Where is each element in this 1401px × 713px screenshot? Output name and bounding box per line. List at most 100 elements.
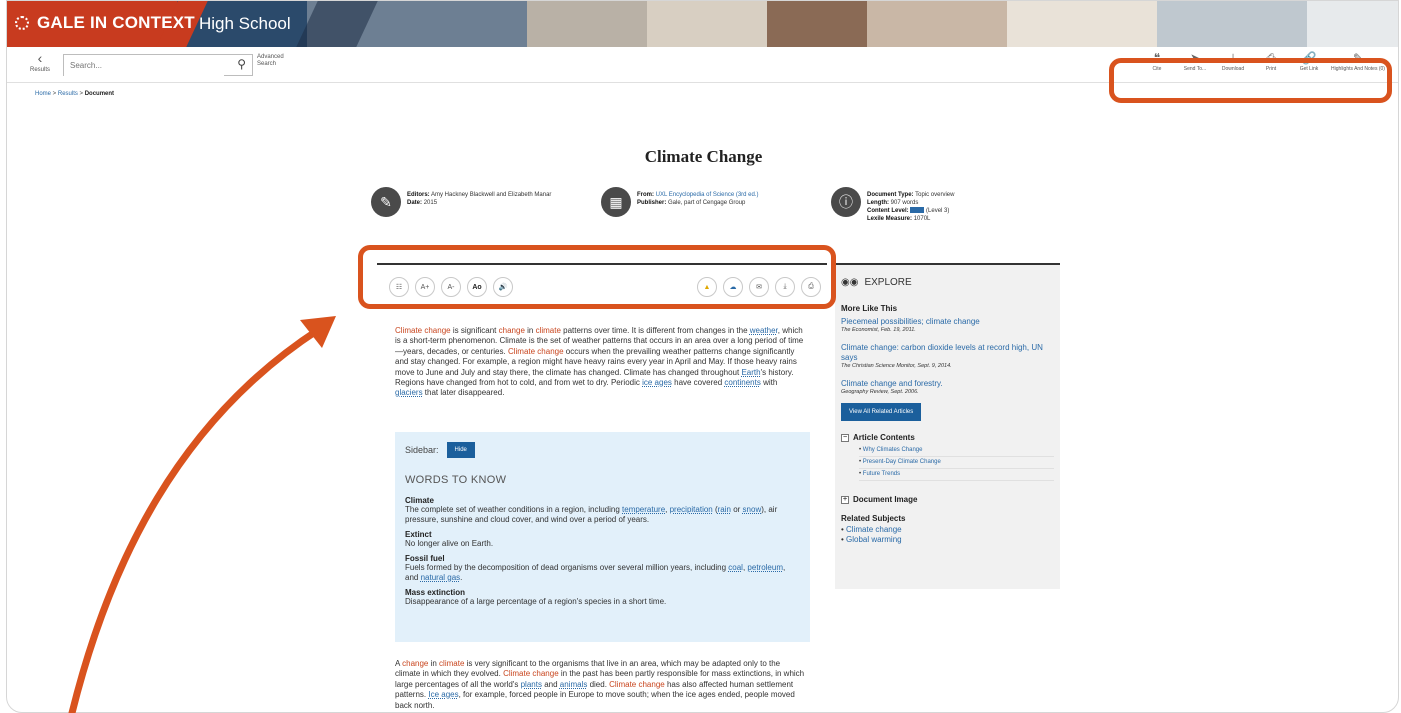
text-run: Fuels formed by the decomposition of dea… <box>405 563 729 572</box>
related-article-link[interactable]: Climate change: carbon dioxide levels at… <box>841 343 1054 363</box>
more-like-this-heading: More Like This <box>841 304 898 313</box>
text-run: . <box>460 573 463 582</box>
terms-list: Climate The complete set of weather condi… <box>405 496 800 607</box>
text-run: is significant <box>450 326 499 335</box>
glossary-term: Mass extinction <box>405 588 466 597</box>
text-run: Disappearance of a large percentage of a… <box>405 597 667 606</box>
source-meta: ▦ From: UXL Encyclopedia of Science (3rd… <box>601 187 759 217</box>
info-icon: ⓘ <box>831 187 861 217</box>
pen-icon: ✎ <box>371 187 401 217</box>
related-article-source: The Economist, Feb. 19, 2011. <box>841 327 916 333</box>
highlighted-term: change <box>498 326 525 335</box>
glossary-link[interactable]: continents <box>724 378 760 387</box>
building-icon: ▦ <box>601 187 631 217</box>
highlighted-term: climate <box>439 659 465 668</box>
advanced-search-link[interactable]: Advanced Search <box>257 54 287 68</box>
text-run: have covered <box>671 378 725 388</box>
view-all-related-button[interactable]: View All Related Articles <box>841 403 922 421</box>
breadcrumb: Home > Results > Document <box>35 91 115 97</box>
chevron-left-icon: ‹ <box>37 50 43 66</box>
glossary-link[interactable]: glaciers <box>395 388 423 397</box>
related-subjects-list: Climate change Global warming <box>841 525 1054 545</box>
highlighted-term: change <box>424 326 451 335</box>
related-article-link[interactable]: Climate change and forestry. <box>841 379 1054 389</box>
header-banner: GALE IN CONTEXT High School <box>7 1 1398 47</box>
editors-meta: ✎ Editors: Amy Hackney Blackwell and Eli… <box>371 187 551 217</box>
words-to-know-heading: WORDS TO KNOW <box>405 474 507 486</box>
breadcrumb-current: Document <box>84 91 115 97</box>
glossary-definition: Disappearance of a large percentage of a… <box>405 597 800 607</box>
highlighted-term: Climate change <box>503 669 559 679</box>
highlighted-term: change <box>402 659 429 668</box>
brand-name: GALE IN CONTEXT <box>37 13 195 32</box>
brand-logo[interactable]: GALE IN CONTEXT <box>15 13 195 33</box>
highlighted-term: Climate change <box>507 346 564 356</box>
gale-logo-icon <box>15 16 29 30</box>
article-tools-highlight <box>358 245 836 309</box>
related-article: Piecemeal possibilities; climate change … <box>841 317 1054 333</box>
related-article: Climate change and forestry. Geography R… <box>841 379 1054 395</box>
glossary-link[interactable]: temperature <box>622 505 665 514</box>
article-contents-toggle[interactable]: − Article Contents <box>841 433 1054 442</box>
highlighted-term: climate <box>535 326 561 335</box>
glossary-link[interactable]: snow <box>743 505 762 514</box>
text-run: The complete set of weather conditions i… <box>405 505 623 514</box>
text-run: and <box>541 679 560 689</box>
glossary-link[interactable]: ice ages <box>642 378 672 387</box>
breadcrumb-results[interactable]: Results <box>58 91 78 97</box>
glossary-definition: The complete set of weather conditions i… <box>405 505 800 525</box>
collapse-icon: − <box>841 433 849 442</box>
glossary-link[interactable]: natural gas <box>421 573 461 582</box>
glossary-link[interactable]: weather <box>750 326 778 335</box>
document-info-meta: ⓘ Document Type: Topic overview Length: … <box>831 187 954 223</box>
glossary-term: Extinct <box>405 530 432 539</box>
glossary-term: Fossil fuel <box>405 554 445 563</box>
back-to-results-button[interactable]: ‹ Results <box>25 51 55 73</box>
document-tools-highlight <box>1109 58 1392 103</box>
glossary-link[interactable]: plants <box>521 680 542 689</box>
glossary-term: Climate <box>405 496 434 505</box>
related-article-link[interactable]: Piecemeal possibilities; climate change <box>841 317 1054 327</box>
words-to-know-sidebar: Sidebar: Hide WORDS TO KNOW Climate The c… <box>395 432 810 642</box>
expand-icon: + <box>841 495 849 504</box>
article-paragraph-1: Climate change is significant change in … <box>395 326 805 399</box>
glossary-link[interactable]: animals <box>560 680 588 689</box>
text-run: patterns over time. It is different from… <box>560 326 750 335</box>
search-box: ⚲ <box>63 54 253 76</box>
text-run: or <box>730 505 743 514</box>
hide-sidebar-button[interactable]: Hide <box>446 442 475 458</box>
search-input[interactable] <box>64 55 224 76</box>
text-run: in <box>428 659 440 668</box>
article-contents-list: Why Climates Change Present-Day Climate … <box>841 445 1054 481</box>
source-link[interactable]: UXL Encyclopedia of Science (3rd ed.) <box>656 192 759 198</box>
highlighted-term: Climate change <box>609 679 665 689</box>
glossary-link[interactable]: Ice ages <box>428 690 458 699</box>
search-icon[interactable]: ⚲ <box>237 57 246 71</box>
glossary-link[interactable]: coal <box>728 563 743 572</box>
breadcrumb-home[interactable]: Home <box>35 91 51 97</box>
sidebar-label: Sidebar: <box>405 445 439 455</box>
related-article-source: The Christian Science Monitor, Sept. 9, … <box>841 363 952 369</box>
contents-item[interactable]: Present-Day Climate Change <box>859 457 1054 469</box>
contents-item[interactable]: Future Trends <box>859 469 1054 481</box>
browser-frame: GALE IN CONTEXT High School ‹ Results ⚲ … <box>6 0 1399 713</box>
glossary-link[interactable]: Earth <box>741 368 760 377</box>
text-run: died. <box>587 679 610 689</box>
glossary-link[interactable]: rain <box>718 505 731 514</box>
related-article-source: Geography Review, Sept. 2006. <box>841 389 919 395</box>
glossary-definition: Fuels formed by the decomposition of dea… <box>405 563 800 583</box>
text-run: with <box>760 378 778 388</box>
explore-title: EXPLORE <box>864 277 912 288</box>
subject-link[interactable]: Climate change <box>841 525 1054 535</box>
explore-panel: ◉◉ EXPLORE More Like This Piecemeal poss… <box>835 263 1060 589</box>
text-run: No longer alive on Earth. <box>405 539 494 548</box>
text-run: that later disappeared. <box>422 388 505 398</box>
document-image-toggle[interactable]: + Document Image <box>841 495 1054 504</box>
article-paragraph-2: A change in climate is very significant … <box>395 659 805 711</box>
content-level-icon <box>910 207 925 214</box>
page-title: Climate Change <box>644 147 763 166</box>
subject-link[interactable]: Global warming <box>841 535 1054 545</box>
contents-item[interactable]: Why Climates Change <box>859 445 1054 457</box>
glossary-link[interactable]: precipitation <box>670 505 713 514</box>
glossary-link[interactable]: petroleum <box>747 563 783 572</box>
